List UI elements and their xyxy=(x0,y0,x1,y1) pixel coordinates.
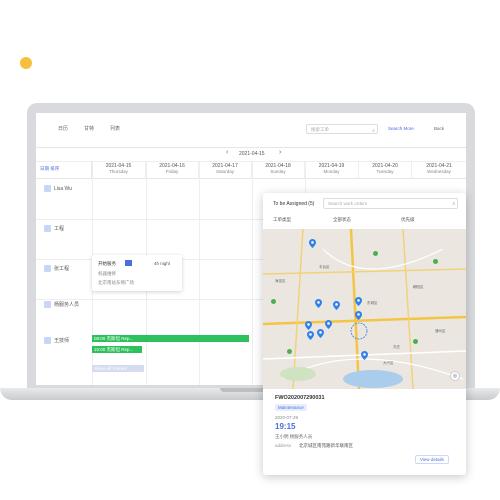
map-pin-icon[interactable] xyxy=(317,325,324,338)
status-badge: Maintenance xyxy=(275,404,307,411)
search-placeholder: 搜索工单 xyxy=(311,127,329,132)
resource-label: 王技师 xyxy=(44,337,69,345)
user-icon xyxy=(44,225,51,233)
task-line1: 机器维修 xyxy=(98,271,116,276)
work-order-number: FWO202007290031 xyxy=(275,395,325,401)
day-header: 2021-04-21 Wednesday xyxy=(412,161,466,179)
map-label: 东城区 xyxy=(367,301,378,305)
gantt-view-button[interactable]: 甘特 xyxy=(84,125,94,132)
filter-priority[interactable]: 优先级 xyxy=(401,217,415,223)
day-header: 2021-04-18 Sunday xyxy=(252,161,305,179)
filter-type[interactable]: 工单类型 xyxy=(273,217,291,223)
chevron-right-icon[interactable]: › xyxy=(279,149,281,156)
resource-label: 杨服务人员 xyxy=(44,301,79,309)
map-popup: To be Assigned (5) Search work orders ⌕ … xyxy=(263,193,466,475)
task-title: 开始服务 xyxy=(98,261,116,266)
locate-icon[interactable]: ◎ xyxy=(450,371,460,381)
map-pin-icon[interactable] xyxy=(307,327,314,340)
map-label: 亦庄 xyxy=(393,345,400,349)
user-icon xyxy=(44,265,51,273)
poi-marker-icon xyxy=(287,349,292,354)
map-pin-icon[interactable] xyxy=(361,347,368,360)
map-pin-icon[interactable] xyxy=(305,317,312,330)
toolbar: 日历 甘特 列表 搜索工单 ⌕ Search More Back xyxy=(36,113,466,148)
day-weekday: Sunday xyxy=(270,169,286,174)
task-line2: 北京南站东侧广场 xyxy=(98,280,134,285)
task-duration: 4h night xyxy=(154,261,171,266)
popup-header: To be Assigned (5) Search work orders ⌕ … xyxy=(263,193,466,230)
map-roads xyxy=(263,229,466,389)
day-header: 2021-04-17 Saturday xyxy=(199,161,252,179)
popup-search-input[interactable]: Search work orders ⌕ xyxy=(323,198,458,209)
search-icon: ⌕ xyxy=(452,201,455,206)
day-weekday: Tuesday xyxy=(376,169,394,174)
poi-marker-icon xyxy=(373,251,378,256)
poi-marker-icon xyxy=(271,299,276,304)
filter-status[interactable]: 全部状态 xyxy=(333,217,351,223)
day-header: 2021-04-19 Monday xyxy=(305,161,359,179)
schedule-bar[interactable]: 16:00 杰斯坦 Rep... xyxy=(92,346,142,353)
chevron-left-icon[interactable]: ‹ xyxy=(226,149,228,156)
map-label: 大兴区 xyxy=(383,361,394,365)
day-weekday: Wednesday xyxy=(427,169,451,174)
list-view-button[interactable]: 列表 xyxy=(110,125,120,132)
map-pin-icon[interactable] xyxy=(325,316,332,329)
calendar-view-button[interactable]: 日历 xyxy=(58,125,68,132)
work-order-detail[interactable]: FWO202007290031 Maintenance 2020-07-29 1… xyxy=(263,389,466,475)
map-label: 通州区 xyxy=(435,329,446,333)
day-weekday: Thursday xyxy=(109,169,128,174)
assignee: 王小明 杨服务人员 xyxy=(275,434,313,439)
address-label: address xyxy=(275,443,292,448)
poi-marker-icon xyxy=(413,339,418,344)
task-card[interactable]: 开始服务 4h night 机器维修 北京南站东侧广场 xyxy=(92,255,182,291)
date-navigator: ‹ 2021-04-15 › xyxy=(36,147,466,162)
resource-label: 工程 xyxy=(44,225,64,233)
address-value: 北京城区南苑路新华联南区 xyxy=(299,443,353,448)
user-icon xyxy=(44,301,51,309)
task-badge-icon xyxy=(125,260,132,266)
map-pin-icon[interactable] xyxy=(315,295,322,308)
map-label: 朝阳区 xyxy=(413,285,424,289)
show-more-bar[interactable]: Show all 3 items xyxy=(92,365,144,372)
schedule-bar[interactable]: 08:00 杰斯坦 Rep... xyxy=(92,335,249,342)
current-date: 2021-04-15 xyxy=(239,151,265,157)
map-label: 丰台区 xyxy=(319,265,330,269)
day-weekday: Saturday xyxy=(215,169,234,174)
day-header: 2021-04-15 Thursday xyxy=(92,161,146,179)
view-details-button[interactable]: View details xyxy=(415,455,449,464)
search-input[interactable]: 搜索工单 ⌕ xyxy=(306,124,378,134)
resource-label: 张工程 xyxy=(44,265,69,273)
map-pin-icon[interactable] xyxy=(309,235,316,248)
map-label: 海淀区 xyxy=(275,279,286,283)
order-date: 2020-07-29 xyxy=(275,415,299,420)
back-button[interactable]: Back xyxy=(434,126,444,131)
map-pin-icon[interactable] xyxy=(355,307,362,320)
user-icon xyxy=(44,185,51,192)
tab-to-be-assigned[interactable]: To be Assigned (5) xyxy=(273,201,314,207)
poi-marker-icon xyxy=(433,259,438,264)
map-pin-icon[interactable] xyxy=(333,297,340,310)
day-weekday: Friday xyxy=(165,169,179,174)
user-icon xyxy=(44,337,51,345)
grid-corner: 日期 排序 xyxy=(36,161,92,179)
popup-search-placeholder: Search work orders xyxy=(328,201,368,206)
order-time: 19:15 xyxy=(275,422,296,431)
search-more-button[interactable]: Search More xyxy=(388,126,414,131)
resource-label: Lisa Wu xyxy=(44,185,72,192)
day-weekday: Monday xyxy=(323,169,340,174)
decorative-dot xyxy=(20,57,32,69)
day-header: 2021-04-20 Tuesday xyxy=(359,161,412,179)
day-header: 2021-04-16 Friday xyxy=(146,161,199,179)
search-icon: ⌕ xyxy=(372,128,375,134)
map-pin-icon[interactable] xyxy=(355,293,362,306)
map-view[interactable]: 丰台区 大兴区 朝阳区 海淀区 通州区 东城区 亦庄 ◎ xyxy=(263,229,466,389)
